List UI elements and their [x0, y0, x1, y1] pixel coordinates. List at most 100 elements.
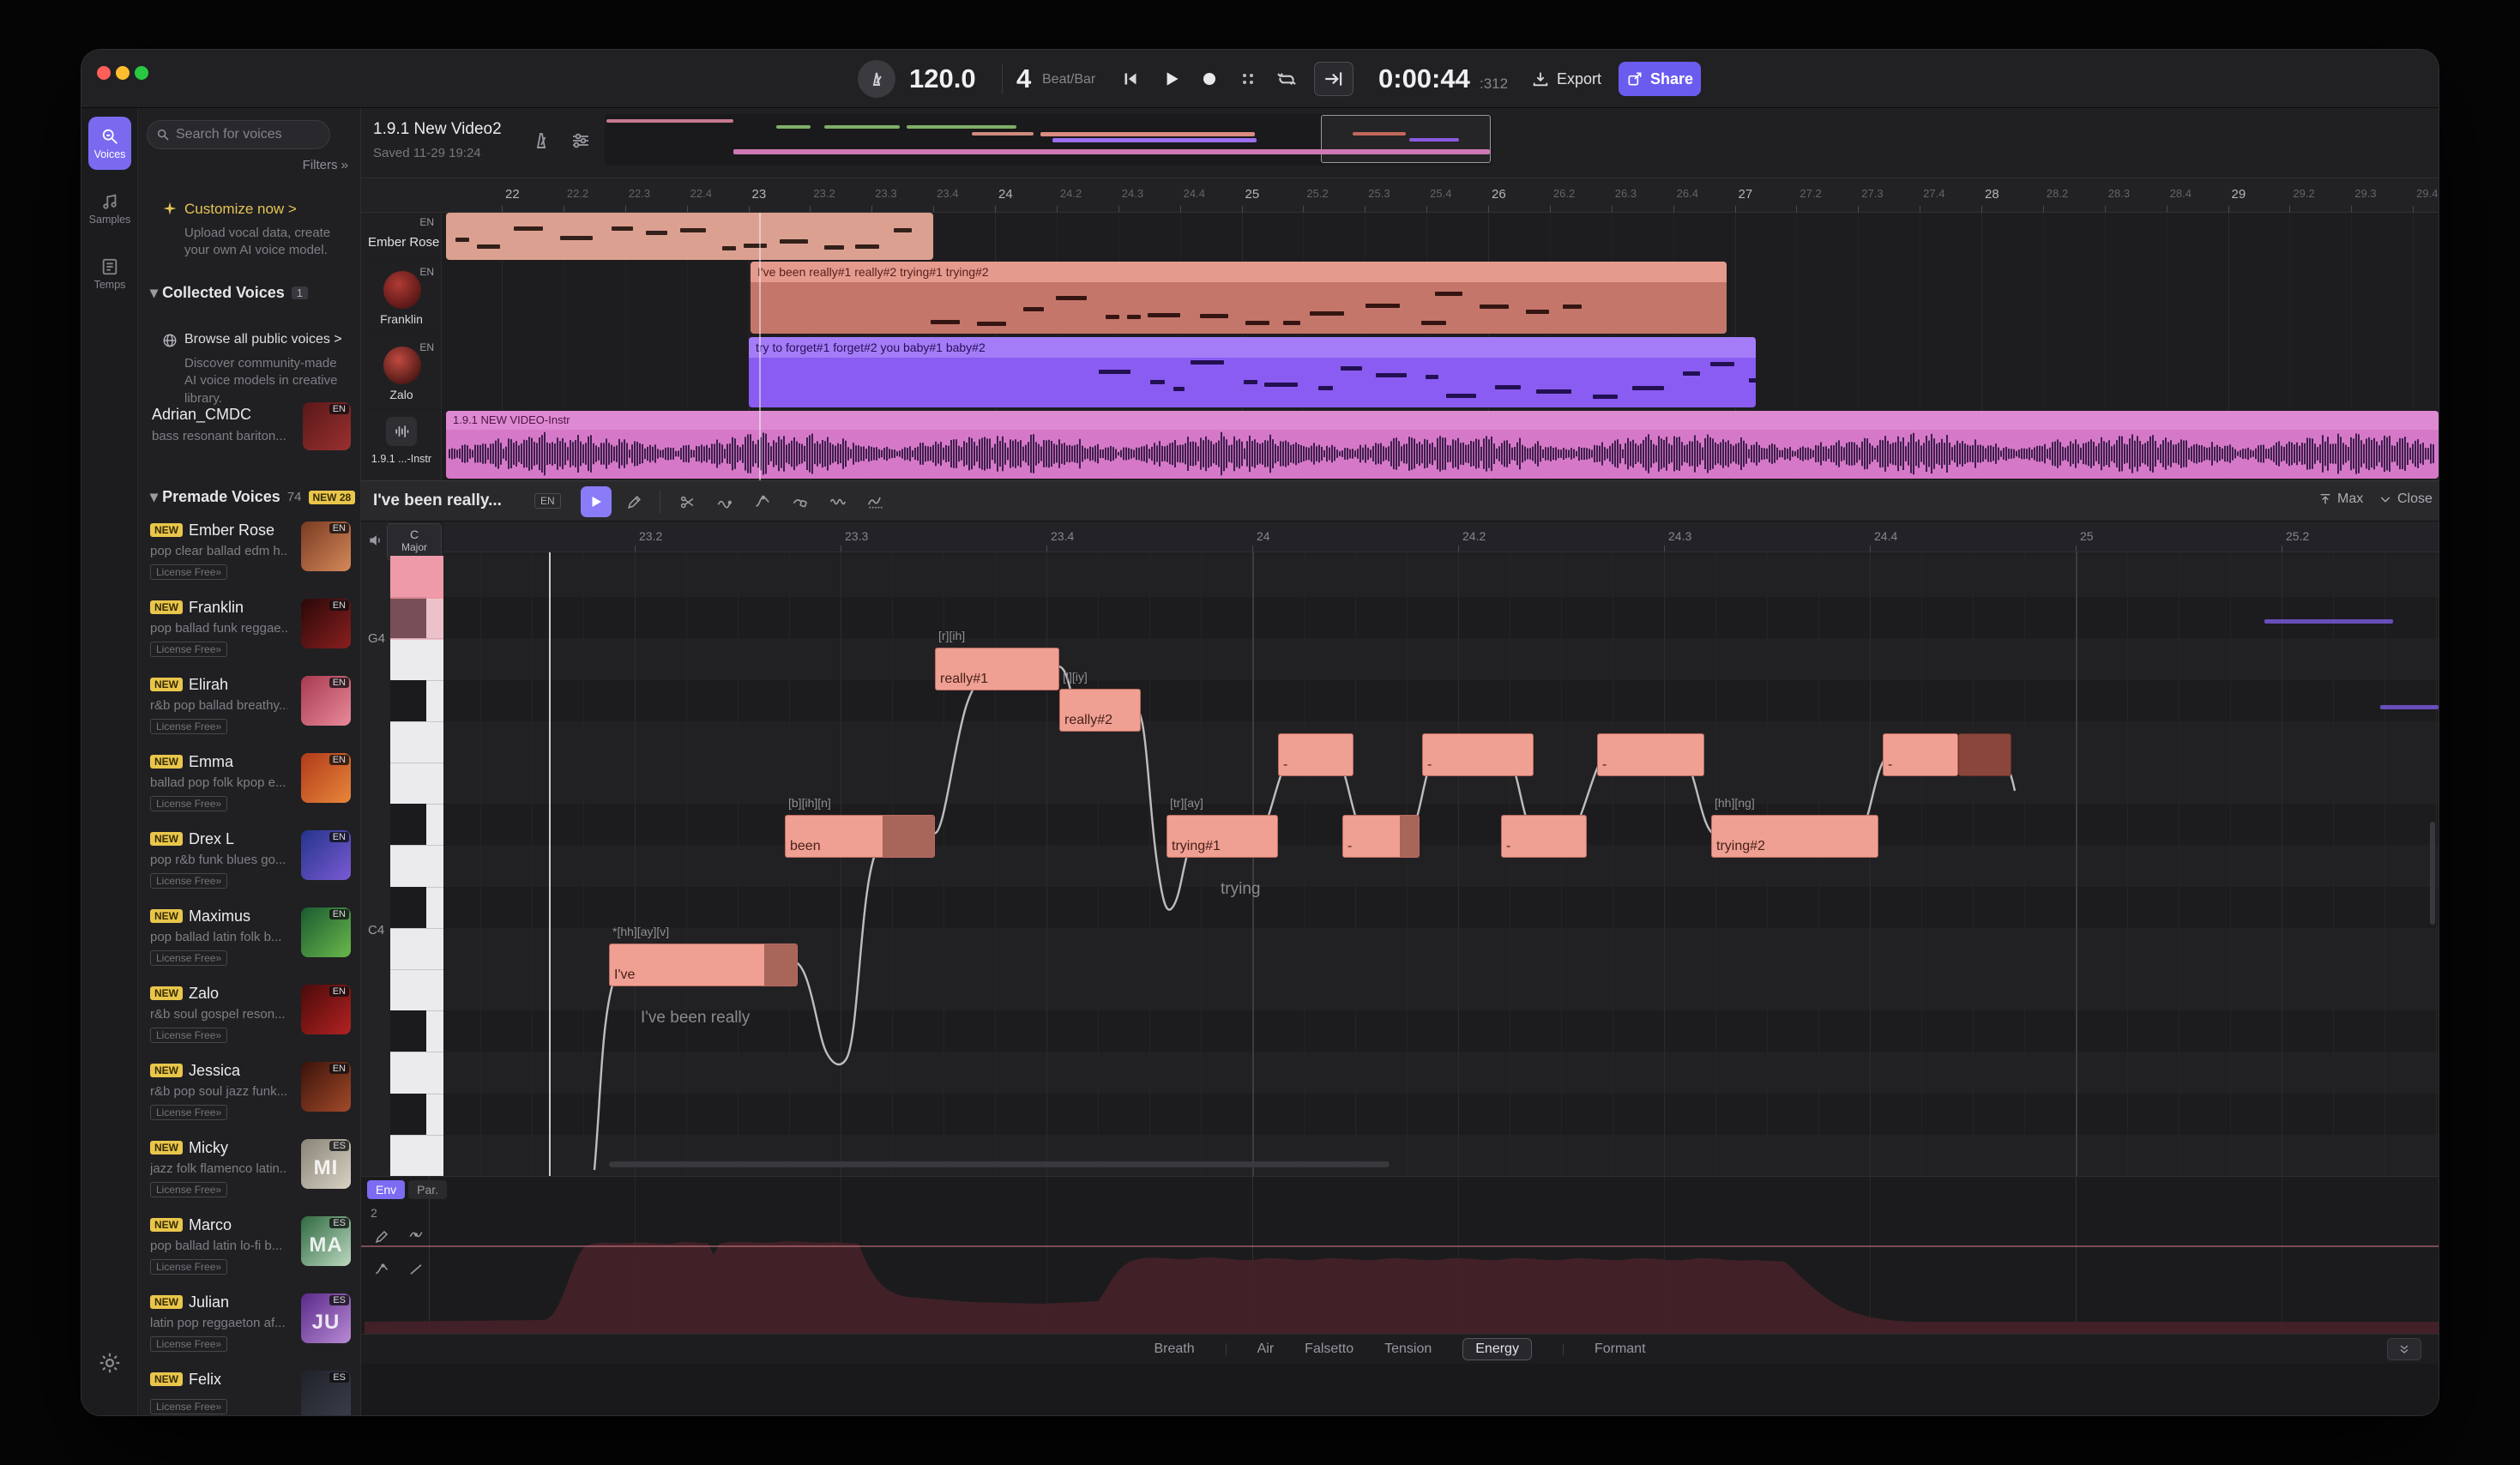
param-anchor-icon[interactable]	[368, 1256, 395, 1283]
voice-list-item[interactable]: NEWEmber Rosepop clear ballad edm h...Li…	[138, 513, 361, 590]
black-key[interactable]	[390, 680, 426, 721]
roll-ruler[interactable]: 23.223.323.42424.224.324.42525.2	[443, 521, 2439, 552]
voice-list-item[interactable]: NEWFranklinpop ballad funk reggae...Lice…	[138, 590, 361, 667]
timeline-ruler[interactable]: 2222.222.322.42323.223.323.42424.224.324…	[361, 178, 2439, 213]
bpm-value[interactable]: 120.0	[909, 63, 976, 94]
h-scrollbar[interactable]	[609, 1161, 1390, 1167]
close-editor-button[interactable]: Close	[2378, 491, 2433, 507]
premade-voices-header[interactable]: ▾ Premade Voices	[150, 488, 280, 506]
filters-link[interactable]: Filters »	[303, 158, 348, 172]
black-key[interactable]	[390, 887, 426, 928]
voice-list-item[interactable]: NEWJulianlatin pop reggaeton af...Licens…	[138, 1285, 361, 1362]
track-header-zalo[interactable]: EN Zalo	[361, 336, 442, 409]
voice-list-item[interactable]: NEWMickyjazz folk flamenco latin...Licen…	[138, 1130, 361, 1208]
voice-search[interactable]	[147, 120, 330, 149]
speaker-icon[interactable]	[367, 532, 384, 549]
clip-franklin[interactable]: I've been really#1 really#2 trying#1 try…	[751, 262, 1727, 334]
piano-roll[interactable]: 23.223.323.42424.224.324.42525.2 C Major…	[361, 521, 2439, 1176]
voice-list-item[interactable]: NEWZalor&b soul gospel reson...License F…	[138, 976, 361, 1053]
note[interactable]: really#2	[1059, 689, 1141, 732]
anchor-pen-button[interactable]	[747, 486, 778, 517]
track-header-ember-rose[interactable]: Ember Rose EN	[361, 213, 442, 260]
zoom-button[interactable]	[135, 66, 148, 80]
beats-per-bar[interactable]: 4	[1016, 63, 1031, 94]
collected-voice-item[interactable]: Adrian_CMDC bass resonant bariton... EN	[138, 399, 361, 457]
note[interactable]: -	[1597, 733, 1704, 776]
note[interactable]: -	[1422, 733, 1534, 776]
arrangement-minimap[interactable]	[605, 114, 1492, 166]
collected-voices-header[interactable]: ▾ Collected Voices	[150, 284, 285, 302]
track-header-instr[interactable]: 1.9.1 ...-Instr	[361, 410, 442, 480]
minimize-button[interactable]	[116, 66, 130, 80]
note[interactable]: trying#1	[1167, 815, 1278, 858]
param-tab-par[interactable]: Par.	[408, 1180, 447, 1199]
voice-list-item[interactable]: NEWElirahr&b pop ballad breathy...Licens…	[138, 667, 361, 745]
clip-zalo[interactable]: try to forget#1 forget#2 you baby#1 baby…	[749, 337, 1756, 407]
param-tab-breath[interactable]: Breath	[1154, 1341, 1194, 1357]
project-title[interactable]: 1.9.1 New Video2	[373, 120, 502, 139]
param-curve-pen-icon[interactable]	[402, 1220, 430, 1247]
voice-list-item[interactable]: NEWJessicar&b pop soul jazz funk...Licen…	[138, 1053, 361, 1130]
maximize-editor-button[interactable]: Max	[2318, 491, 2363, 507]
time-display[interactable]: 0:00:44	[1378, 63, 1470, 94]
black-key[interactable]	[390, 1094, 426, 1135]
draw-pencil-button[interactable]	[618, 486, 649, 517]
piano-keybed[interactable]	[390, 556, 443, 1176]
export-button[interactable]: Export	[1531, 62, 1601, 96]
param-pen-icon[interactable]	[368, 1223, 395, 1251]
search-input[interactable]	[176, 127, 353, 142]
playhead-tracks[interactable]	[759, 213, 761, 480]
close-button[interactable]	[97, 66, 111, 80]
note[interactable]: been	[785, 815, 935, 858]
playhead-roll[interactable]	[549, 552, 551, 1176]
grid-snap-icon[interactable]	[1238, 62, 1258, 96]
note[interactable]: I've	[609, 944, 798, 986]
mixer-icon[interactable]	[565, 125, 596, 156]
note[interactable]: -	[1501, 815, 1587, 858]
rail-item-samples[interactable]: Samples	[88, 182, 131, 235]
param-line-icon[interactable]	[402, 1256, 430, 1283]
skip-start-button[interactable]	[1119, 62, 1142, 96]
black-key[interactable]	[390, 1010, 426, 1052]
customize-link[interactable]: Customize now >	[184, 201, 297, 218]
track-header-franklin[interactable]: EN Franklin	[361, 261, 442, 335]
editor-clip-name[interactable]: I've been really...	[373, 491, 502, 510]
voice-list-item[interactable]: NEWDrex Lpop r&b funk blues go...License…	[138, 822, 361, 899]
rail-item-temps[interactable]: Temps	[88, 247, 131, 300]
note[interactable]: -	[1278, 733, 1353, 776]
param-tab-env[interactable]: Env	[367, 1180, 405, 1199]
autoscroll-button[interactable]	[1314, 62, 1353, 96]
param-tab-formant[interactable]: Formant	[1595, 1341, 1646, 1357]
note[interactable]: trying#2	[1711, 815, 1878, 858]
black-key[interactable]	[390, 804, 426, 845]
param-tab-energy[interactable]: Energy	[1462, 1338, 1532, 1360]
eraser-curve-button[interactable]	[785, 486, 816, 517]
voice-list-item[interactable]: NEWMarcopop ballad latin lo-fi b...Licen…	[138, 1208, 361, 1285]
clip-instrumental[interactable]: 1.9.1 NEW VIDEO-Instr	[446, 411, 2439, 479]
browse-link[interactable]: Browse all public voices >	[184, 332, 342, 347]
metronome-icon[interactable]	[858, 60, 895, 98]
record-button[interactable]	[1199, 62, 1220, 96]
scissors-button[interactable]	[672, 486, 702, 517]
voice-list-item[interactable]: NEWFelixLicense Free»ES	[138, 1362, 361, 1415]
play-button[interactable]	[1161, 62, 1183, 96]
note[interactable]: really#1	[935, 648, 1059, 690]
collapse-panel-button[interactable]	[2387, 1338, 2421, 1360]
voice-list-item[interactable]: NEWEmmaballad pop folk kpop e...License …	[138, 745, 361, 822]
minimap-viewport[interactable]	[1321, 115, 1491, 163]
v-scrollbar[interactable]	[2430, 822, 2435, 925]
vibrato-wave-button[interactable]	[823, 486, 853, 517]
clip-ember-rose[interactable]	[446, 213, 933, 260]
voice-list-item[interactable]: NEWMaximuspop ballad latin folk b...Lice…	[138, 899, 361, 976]
note[interactable]: -	[1342, 815, 1420, 858]
playback-mode-button[interactable]	[581, 486, 612, 517]
param-tab-air[interactable]: Air	[1257, 1341, 1275, 1357]
rail-item-voices[interactable]: Voices	[88, 117, 131, 170]
settings-gear-icon[interactable]	[97, 1350, 123, 1376]
share-button[interactable]: Share	[1619, 62, 1701, 96]
note[interactable]: -	[1883, 733, 1958, 776]
loop-button[interactable]	[1275, 62, 1298, 96]
tempo-map-icon[interactable]	[526, 125, 557, 156]
pitch-pen-button[interactable]	[709, 486, 740, 517]
param-tab-falsetto[interactable]: Falsetto	[1305, 1341, 1353, 1357]
